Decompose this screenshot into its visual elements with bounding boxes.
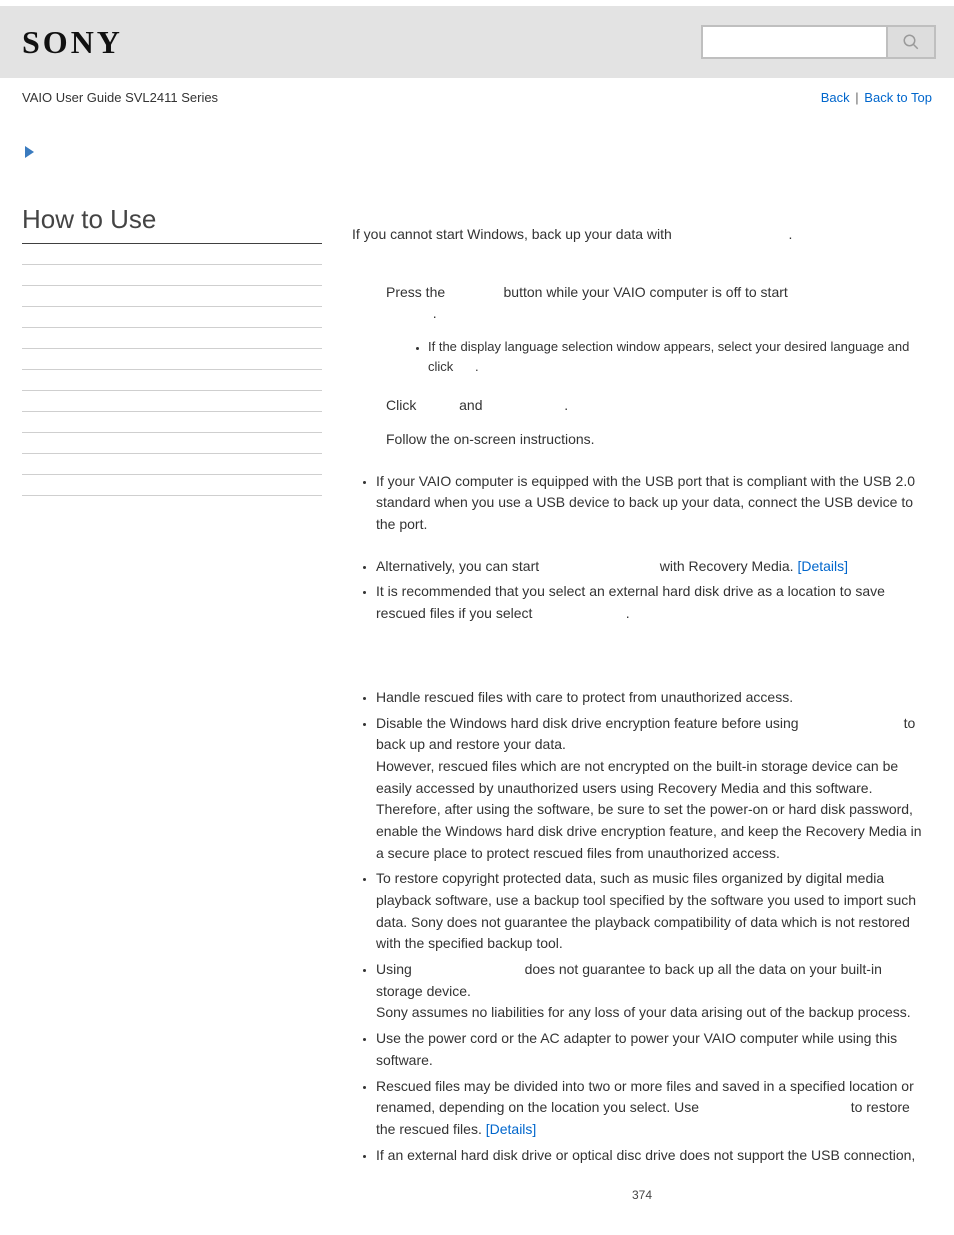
sidebar-rule (22, 369, 322, 370)
sidebar-rule (22, 432, 322, 433)
list-item: To restore copyright protected data, suc… (376, 868, 932, 955)
details-link-2[interactable]: [Details] (486, 1121, 537, 1137)
list-item: Disable the Windows hard disk drive encr… (376, 713, 932, 865)
subheader: VAIO User Guide SVL2411 Series Back | Ba… (0, 78, 954, 123)
sidebar-rule (22, 474, 322, 475)
sidebar-rule (22, 495, 322, 496)
guide-title: VAIO User Guide SVL2411 Series (22, 90, 218, 105)
list-item: Use the power cord or the AC adapter to … (376, 1028, 932, 1071)
details-link[interactable]: [Details] (797, 558, 848, 574)
step-2: Click and . (386, 395, 932, 417)
sidebar-rule (22, 306, 322, 307)
sony-logo: SONY (22, 24, 123, 61)
sidebar-rule (22, 264, 322, 265)
sidebar-title: How to Use (22, 204, 322, 244)
alt-notes: Alternatively, you can start with Recove… (352, 556, 932, 625)
sidebar: How to Use (22, 174, 322, 1205)
list-item: Using does not guarantee to back up all … (376, 959, 932, 1024)
sidebar-rule (22, 453, 322, 454)
header-bar: SONY (0, 0, 954, 78)
breadcrumb-arrow (0, 123, 954, 174)
chevron-right-icon (22, 143, 40, 161)
usb-note-list: If your VAIO computer is equipped with t… (352, 471, 932, 536)
sidebar-rule (22, 411, 322, 412)
warning-notes: Handle rescued files with care to protec… (352, 687, 932, 1166)
list-item: Rescued files may be divided into two or… (376, 1076, 932, 1141)
list-item: If your VAIO computer is equipped with t… (376, 471, 932, 536)
back-link[interactable]: Back (821, 90, 850, 105)
list-item: It is recommended that you select an ext… (376, 581, 932, 624)
step-1: Press the button while your VAIO compute… (386, 282, 932, 325)
list-item: Handle rescued files with care to protec… (376, 687, 932, 709)
sidebar-rule (22, 390, 322, 391)
intro-text: If you cannot start Windows, back up you… (352, 224, 932, 246)
list-item: Alternatively, you can start with Recove… (376, 556, 932, 578)
sidebar-rule (22, 348, 322, 349)
search-icon (902, 33, 920, 51)
content: If you cannot start Windows, back up you… (322, 174, 932, 1205)
list-item: If the display language selection window… (428, 337, 932, 377)
page-number: 374 (352, 1186, 932, 1205)
sidebar-rule (22, 285, 322, 286)
separator: | (855, 90, 862, 105)
search-button[interactable] (886, 25, 936, 59)
list-item: If an external hard disk drive or optica… (376, 1145, 932, 1167)
nav-links: Back | Back to Top (821, 90, 932, 105)
back-to-top-link[interactable]: Back to Top (864, 90, 932, 105)
search-wrap (701, 25, 936, 59)
sidebar-rule (22, 327, 322, 328)
main-area: How to Use If you cannot start Windows, … (0, 174, 954, 1205)
search-input[interactable] (701, 25, 886, 59)
steps: Press the button while your VAIO compute… (352, 282, 932, 451)
step-1-sub: If the display language selection window… (386, 337, 932, 377)
step-3: Follow the on-screen instructions. (386, 429, 932, 451)
